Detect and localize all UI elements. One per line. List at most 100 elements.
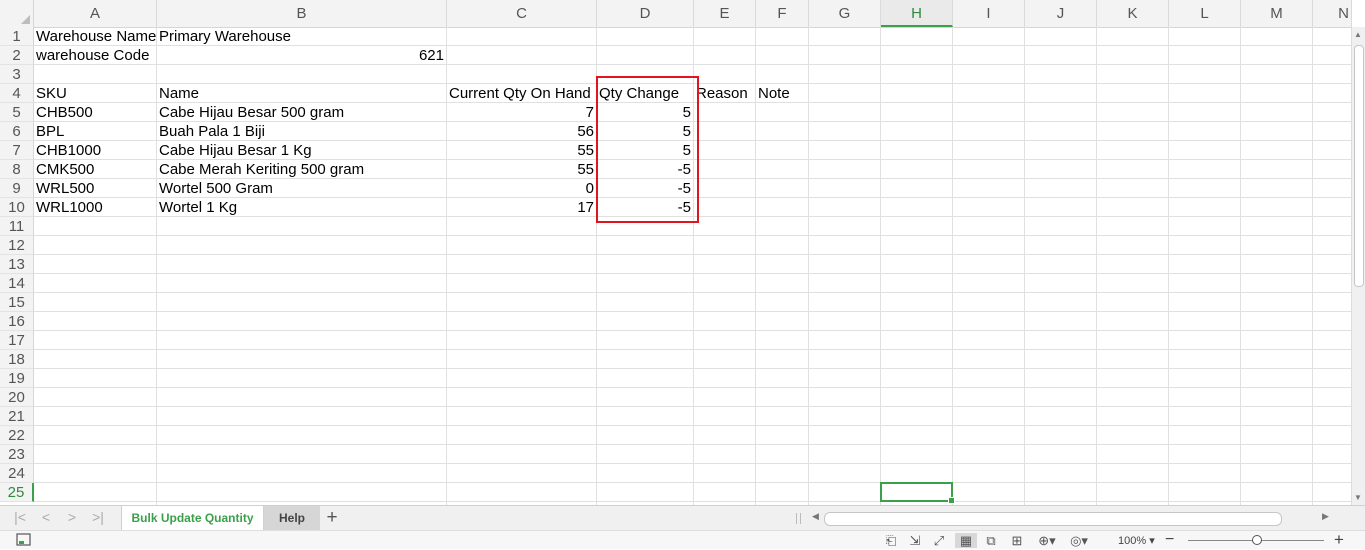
row-header-13[interactable]: 13 [0, 255, 34, 274]
column-header-h[interactable]: H [881, 0, 953, 27]
fullscreen-icon[interactable]: ⤢ [930, 533, 948, 548]
horizontal-scroll-thumb[interactable] [824, 512, 1282, 526]
cell-qty-change[interactable]: -5 [597, 179, 693, 198]
tab-help[interactable]: Help [264, 506, 320, 530]
page-layout-icon[interactable]: ⧉ [982, 533, 1000, 548]
cell-current-qty[interactable]: 55 [447, 160, 596, 179]
cell-current-qty[interactable]: 17 [447, 198, 596, 217]
column-header-e[interactable]: E [694, 0, 756, 27]
scroll-down-icon[interactable]: ▼ [1354, 493, 1362, 502]
cell-name[interactable]: Cabe Hijau Besar 1 Kg [157, 141, 314, 160]
column-header-g[interactable]: G [809, 0, 881, 27]
column-header-f[interactable]: F [756, 0, 809, 27]
vertical-scroll-thumb[interactable] [1354, 45, 1364, 287]
row-header-14[interactable]: 14 [0, 274, 34, 293]
row-header-22[interactable]: 22 [0, 426, 34, 445]
cell-current-qty[interactable]: 56 [447, 122, 596, 141]
column-header-j[interactable]: J [1025, 0, 1097, 27]
scroll-left-icon[interactable]: ◀ [812, 511, 819, 522]
cell-qty-change[interactable]: -5 [597, 198, 693, 217]
scroll-right-icon[interactable]: ▶ [1322, 511, 1329, 522]
cell-name[interactable]: Cabe Merah Keriting 500 gram [157, 160, 366, 179]
cell-sku[interactable]: CHB500 [34, 103, 95, 122]
row-header-15[interactable]: 15 [0, 293, 34, 312]
row-header-25[interactable]: 25 [0, 483, 34, 502]
row-header-24[interactable]: 24 [0, 464, 34, 483]
column-header-n[interactable]: N [1313, 0, 1352, 27]
row-header-3[interactable]: 3 [0, 65, 34, 84]
row-header-10[interactable]: 10 [0, 198, 34, 217]
row-header-11[interactable]: 11 [0, 217, 34, 236]
horizontal-scrollbar[interactable]: ◀ ▶ [808, 511, 1336, 526]
row-header-17[interactable]: 17 [0, 331, 34, 350]
header-sku[interactable]: SKU [34, 84, 69, 103]
column-header-l[interactable]: L [1169, 0, 1241, 27]
prev-sheet-icon[interactable]: < [36, 509, 56, 525]
zoom-level[interactable]: 100% ▾ [1118, 534, 1155, 547]
cell-qty-change[interactable]: 5 [597, 141, 693, 160]
cell-b1[interactable]: Primary Warehouse [157, 27, 293, 46]
spreadsheet-grid[interactable]: A B C D E F G H I J K L M N 1 2 3 4 5 6 7 8 9 10 1… [0, 0, 1365, 505]
cell-sku[interactable]: BPL [34, 122, 66, 141]
cell-current-qty[interactable]: 55 [447, 141, 596, 160]
zoom-out-icon[interactable]: − [1165, 531, 1174, 549]
active-cell-h25[interactable] [880, 482, 955, 504]
vertical-scrollbar[interactable]: ▲ ▼ [1351, 27, 1365, 505]
row-header-9[interactable]: 9 [0, 179, 34, 198]
cell-sku[interactable]: WRL500 [34, 179, 96, 198]
row-header-7[interactable]: 7 [0, 141, 34, 160]
grid-view-icon[interactable]: ▦ [955, 533, 977, 548]
zoom-slider-knob[interactable] [1252, 535, 1262, 545]
column-header-b[interactable]: B [157, 0, 447, 27]
next-sheet-icon[interactable]: > [62, 509, 82, 525]
column-header-c[interactable]: C [447, 0, 597, 27]
column-header-m[interactable]: M [1241, 0, 1313, 27]
cell-sku[interactable]: CHB1000 [34, 141, 103, 160]
cell-sku[interactable]: WRL1000 [34, 198, 105, 217]
first-sheet-icon[interactable]: |< [10, 509, 30, 525]
row-header-2[interactable]: 2 [0, 46, 34, 65]
cell-qty-change[interactable]: 5 [597, 122, 693, 141]
select-all-corner[interactable] [0, 0, 34, 27]
row-header-19[interactable]: 19 [0, 369, 34, 388]
header-reason[interactable]: Reason [694, 84, 750, 103]
header-qty-change[interactable]: Qty Change [597, 84, 681, 103]
row-header-4[interactable]: 4 [0, 84, 34, 103]
tab-bulk-update-quantity[interactable]: Bulk Update Quantity [121, 506, 264, 530]
column-header-a[interactable]: A [34, 0, 157, 27]
cell-current-qty[interactable]: 7 [447, 103, 596, 122]
zoom-in-icon[interactable]: + [1334, 530, 1344, 550]
row-header-6[interactable]: 6 [0, 122, 34, 141]
row-header-16[interactable]: 16 [0, 312, 34, 331]
read-mode-icon[interactable]: ⊞ [1007, 533, 1027, 548]
header-note[interactable]: Note [756, 84, 792, 103]
cell-current-qty[interactable]: 0 [447, 179, 596, 198]
row-header-18[interactable]: 18 [0, 350, 34, 369]
cell-name[interactable]: Buah Pala 1 Biji [157, 122, 267, 141]
row-header-1[interactable]: 1 [0, 27, 34, 46]
row-header-20[interactable]: 20 [0, 388, 34, 407]
row-header-12[interactable]: 12 [0, 236, 34, 255]
cell-name[interactable]: Cabe Hijau Besar 500 gram [157, 103, 346, 122]
freeze-panes-icon[interactable]: ⊕▾ [1034, 533, 1060, 548]
eye-protection-icon[interactable]: ◎▾ [1066, 533, 1092, 548]
cell-qty-change[interactable]: -5 [597, 160, 693, 179]
macro-record-icon[interactable] [14, 533, 34, 548]
row-header-21[interactable]: 21 [0, 407, 34, 426]
scroll-up-icon[interactable]: ▲ [1354, 30, 1362, 39]
cell-qty-change[interactable]: 5 [597, 103, 693, 122]
tab-split-handle[interactable] [796, 513, 801, 524]
cell-sku[interactable]: CMK500 [34, 160, 96, 179]
cell-a2[interactable]: warehouse Code [34, 46, 151, 65]
last-sheet-icon[interactable]: >| [88, 509, 108, 525]
row-header-5[interactable]: 5 [0, 103, 34, 122]
cell-name[interactable]: Wortel 1 Kg [157, 198, 239, 217]
page-break-icon[interactable]: ⇲ [906, 533, 924, 548]
column-header-k[interactable]: K [1097, 0, 1169, 27]
column-header-i[interactable]: I [953, 0, 1025, 27]
cell-name[interactable]: Wortel 500 Gram [157, 179, 275, 198]
cell-a1[interactable]: Warehouse Name [34, 27, 158, 46]
row-header-23[interactable]: 23 [0, 445, 34, 464]
row-header-8[interactable]: 8 [0, 160, 34, 179]
normal-view-icon[interactable]: ⎗ [882, 533, 900, 548]
